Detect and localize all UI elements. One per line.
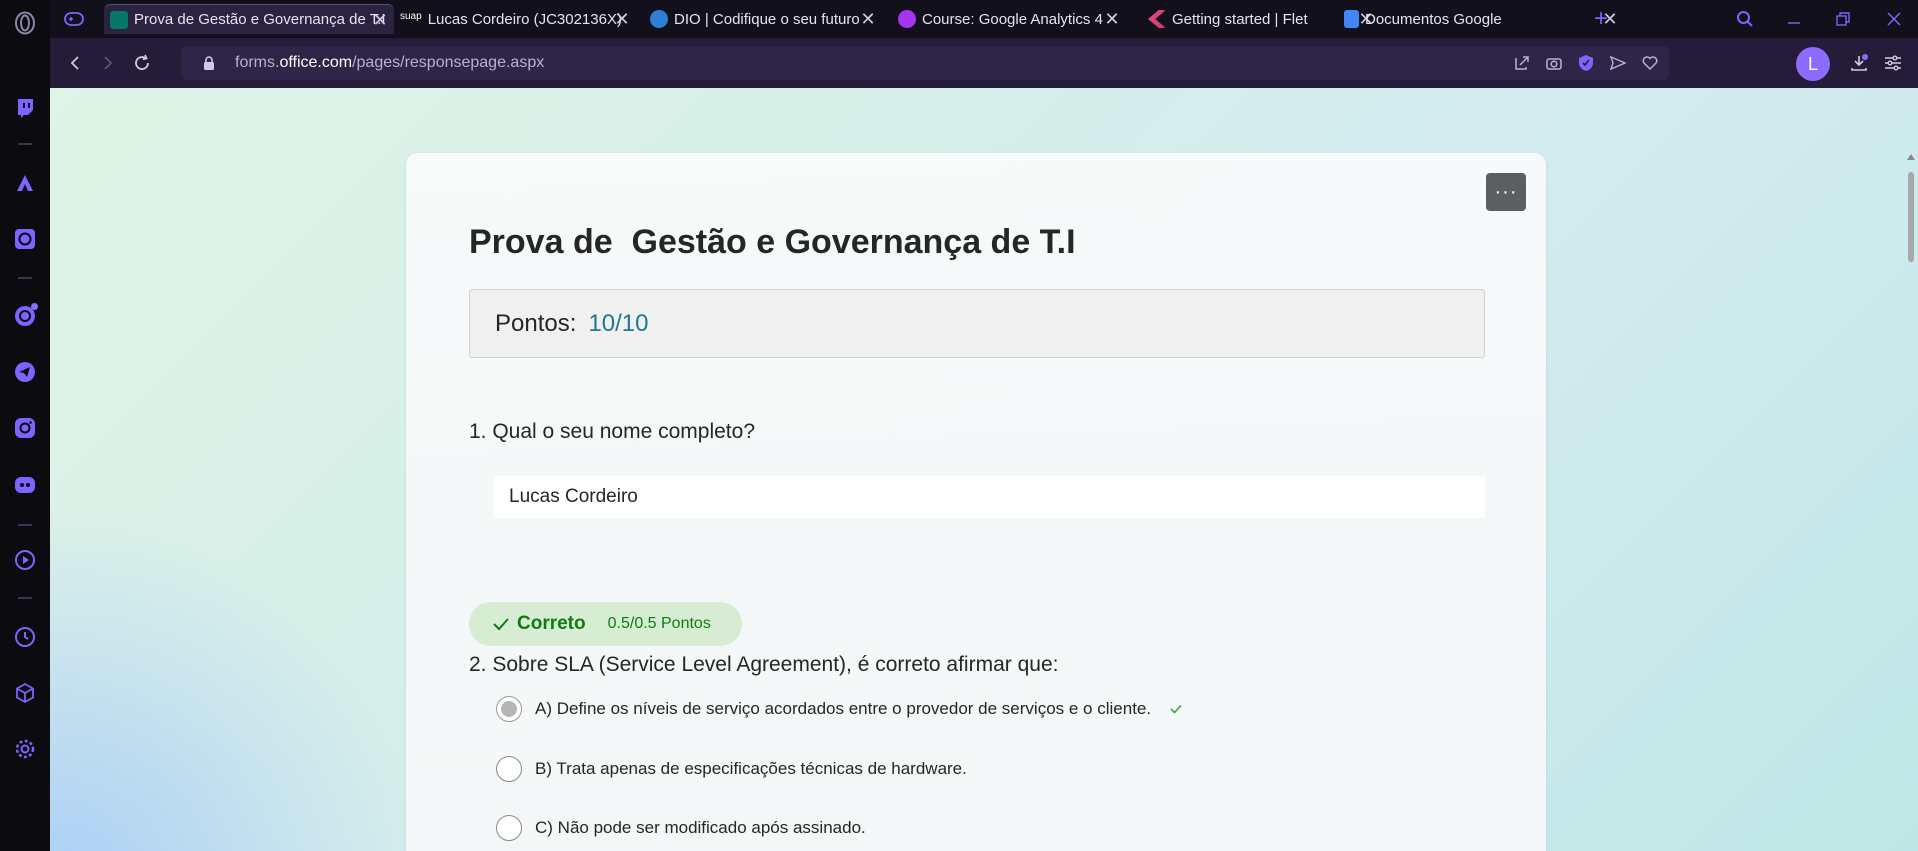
search-tabs-icon[interactable]	[1733, 7, 1757, 31]
camera-icon[interactable]	[1543, 52, 1565, 74]
option-label: B) Trata apenas de especificações técnic…	[535, 759, 967, 778]
answer-field: Lucas Cordeiro	[494, 476, 1485, 518]
settings-icon[interactable]	[13, 737, 37, 761]
question-points: 0.5/0.5 Pontos	[607, 615, 711, 632]
correct-label: Correto	[517, 613, 586, 634]
tab-title: Documentos Google	[1365, 10, 1502, 28]
close-tab-icon[interactable]: ✕	[1102, 9, 1122, 29]
close-tab-icon[interactable]: ✕	[612, 9, 632, 29]
address-bar: forms.office.com/pages/responsepage.aspx…	[50, 38, 1918, 88]
new-tab-icon[interactable]: +	[1589, 5, 1613, 32]
tab-dio[interactable]: DIO | Codifique o seu futuro ✕	[650, 4, 882, 34]
player-icon[interactable]	[13, 548, 37, 572]
aria-icon[interactable]	[13, 171, 37, 195]
close-tab-icon[interactable]: ✕	[858, 9, 878, 29]
sidebar-separator	[18, 524, 32, 526]
url-domain: office.com	[279, 54, 353, 71]
udemy-icon	[898, 10, 916, 28]
opera-sidebar	[0, 0, 50, 851]
correct-check-icon	[1170, 704, 1182, 714]
notification-dot	[31, 303, 38, 310]
sidebar-separator	[18, 277, 32, 279]
lock-icon	[204, 56, 214, 70]
reload-icon[interactable]	[130, 51, 154, 75]
shield-icon[interactable]	[1575, 52, 1597, 74]
tab-forms[interactable]: Prova de Gestão e Governança de T.I ✕	[104, 4, 394, 34]
sidebar-separator	[18, 597, 32, 599]
docs-icon	[1344, 10, 1359, 28]
forward-icon[interactable]	[96, 51, 120, 75]
option-b[interactable]: B) Trata apenas de especificações técnic…	[496, 756, 967, 782]
download-icon[interactable]	[1847, 51, 1871, 75]
history-icon[interactable]	[13, 625, 37, 649]
answer-text: Lucas Cordeiro	[509, 486, 638, 507]
chatgpt-icon[interactable]	[13, 227, 37, 251]
dio-icon	[650, 10, 668, 28]
tab-docs[interactable]: Documentos Google ✕	[1344, 4, 1624, 34]
minimize-icon[interactable]	[1782, 7, 1806, 31]
scroll-thumb[interactable]	[1908, 172, 1914, 262]
question-2-title: 2. Sobre SLA (Service Level Agreement), …	[469, 653, 1059, 676]
page-content: ··· Prova de Gestão e Governança de T.I …	[50, 88, 1918, 851]
sidebar-separator	[18, 143, 32, 145]
suap-icon: suap	[400, 10, 422, 22]
close-window-icon[interactable]	[1882, 7, 1906, 31]
back-icon[interactable]	[63, 51, 87, 75]
close-tab-icon[interactable]: ✕	[370, 10, 390, 30]
extensions-icon[interactable]	[13, 681, 37, 705]
url-path: /pages/responsepage.aspx	[352, 54, 545, 71]
instagram-icon[interactable]	[13, 416, 37, 440]
score-value: 10/10	[588, 309, 649, 337]
profile-avatar[interactable]: L	[1796, 47, 1830, 81]
gamepad-icon[interactable]	[62, 7, 86, 31]
url-field[interactable]: forms.office.com/pages/responsepage.aspx	[181, 46, 1669, 80]
score-label: Pontos:	[495, 309, 577, 337]
radio-button-selected[interactable]	[496, 696, 522, 722]
twitch-icon[interactable]	[13, 96, 37, 120]
option-label: A) Define os níveis de serviço acordados…	[535, 699, 1152, 718]
url-prefix: forms.	[235, 54, 280, 71]
tab-title: DIO | Codifique o seu futuro	[674, 10, 860, 28]
option-a[interactable]: A) Define os níveis de serviço acordados…	[496, 696, 1183, 722]
discord-icon[interactable]	[13, 473, 37, 497]
tab-bar: Prova de Gestão e Governança de T.I ✕ su…	[50, 0, 1918, 38]
question-1-title: 1. Qual o seu nome completo?	[469, 420, 756, 443]
form-card: ··· Prova de Gestão e Governança de T.I …	[406, 153, 1546, 851]
share-icon[interactable]	[1511, 52, 1533, 74]
tab-title: Prova de Gestão e Governança de T.I	[134, 11, 386, 28]
opera-logo-icon[interactable]	[13, 11, 37, 35]
score-box: Pontos: 10/10	[469, 289, 1485, 358]
whatsapp-icon[interactable]	[13, 303, 38, 328]
form-title: Prova de Gestão e Governança de T.I	[469, 223, 1076, 261]
more-options-button[interactable]: ···	[1486, 173, 1526, 211]
correct-badge: Correto 0.5/0.5 Pontos	[469, 602, 742, 646]
forms-icon	[110, 10, 128, 29]
option-label: C) Não pode ser modificado após assinado…	[535, 818, 866, 837]
tab-title: Lucas Cordeiro (JC302136X)	[427, 10, 622, 28]
restore-icon[interactable]	[1831, 7, 1855, 31]
radio-button[interactable]	[496, 815, 522, 841]
tab-udemy[interactable]: Course: Google Analytics 4 ✕	[898, 4, 1126, 34]
radio-button[interactable]	[496, 756, 522, 782]
check-icon	[493, 618, 509, 631]
page-scrollbar[interactable]	[1904, 154, 1918, 851]
send-icon[interactable]	[1607, 52, 1629, 74]
tab-suap[interactable]: suap Lucas Cordeiro (JC302136X) ✕	[400, 4, 636, 34]
flet-icon	[1148, 10, 1166, 28]
url-text: forms.office.com/pages/responsepage.aspx	[235, 54, 544, 72]
easy-setup-icon[interactable]	[1881, 51, 1905, 75]
telegram-icon[interactable]	[13, 360, 37, 384]
option-c[interactable]: C) Não pode ser modificado após assinado…	[496, 815, 866, 841]
heart-icon[interactable]	[1639, 52, 1661, 74]
tab-title: Course: Google Analytics 4	[922, 10, 1103, 28]
scroll-up-arrow[interactable]	[1907, 154, 1915, 160]
